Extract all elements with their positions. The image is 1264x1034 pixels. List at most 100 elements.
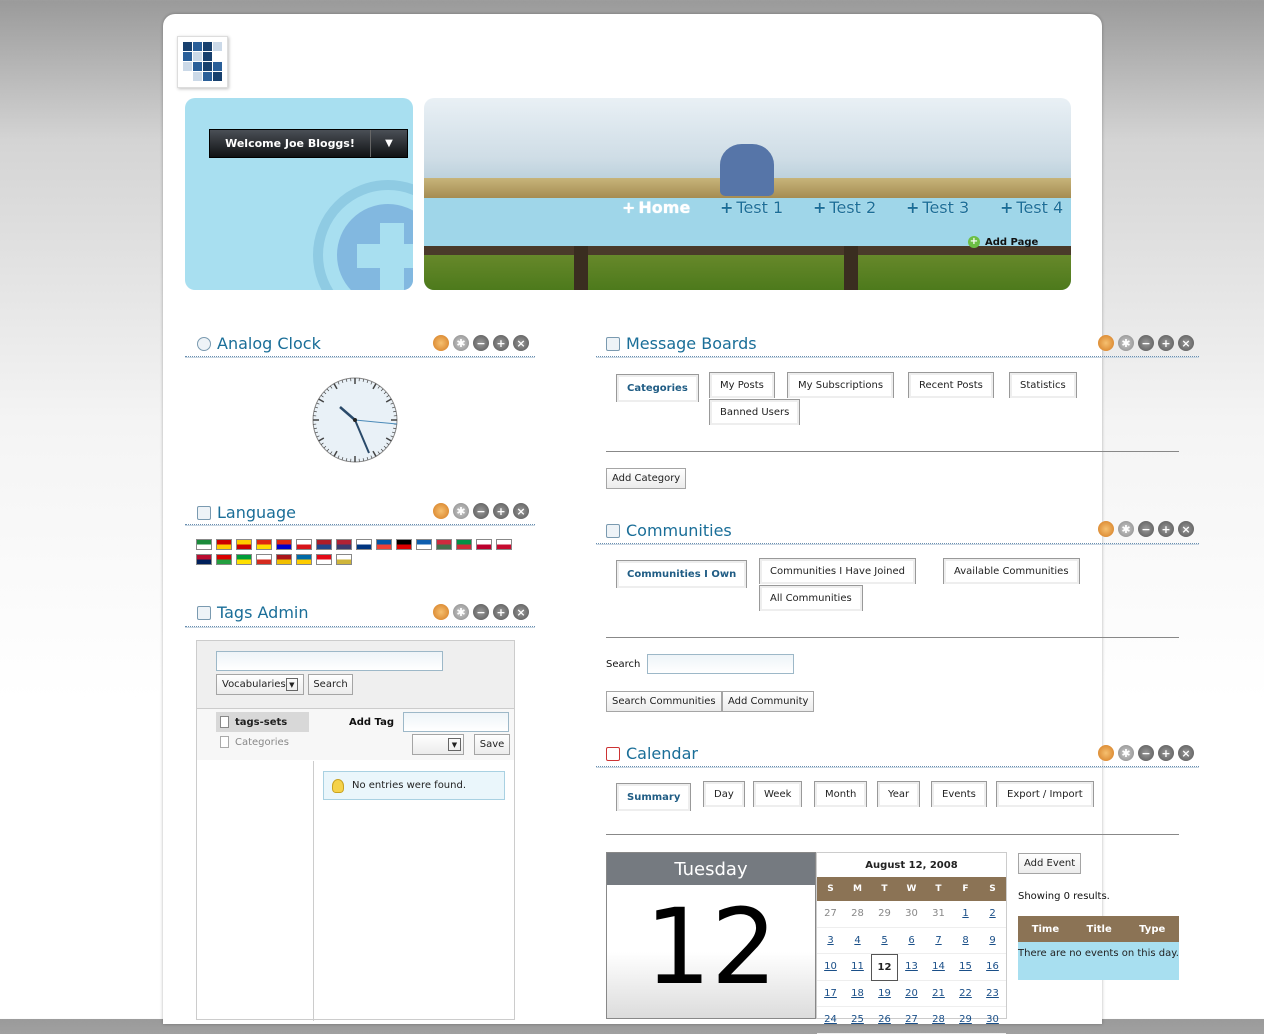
calendar-day[interactable]: 14 bbox=[925, 954, 952, 981]
gear-icon[interactable]: ✱ bbox=[1118, 745, 1134, 761]
language-flag-icon[interactable] bbox=[416, 539, 432, 550]
calendar-day[interactable]: 21 bbox=[925, 981, 952, 1008]
language-flag-icon[interactable] bbox=[436, 539, 452, 550]
logo-icon[interactable] bbox=[177, 36, 228, 88]
calendar-day[interactable]: 24 bbox=[817, 1007, 844, 1034]
tab-available-communities[interactable]: Available Communities bbox=[943, 558, 1080, 584]
calendar-day[interactable]: 8 bbox=[952, 928, 979, 955]
gear-icon[interactable]: ✱ bbox=[453, 335, 469, 351]
language-flag-icon[interactable] bbox=[216, 539, 232, 550]
palette-icon[interactable] bbox=[433, 604, 449, 620]
palette-icon[interactable] bbox=[1098, 335, 1114, 351]
nav-test3[interactable]: +Test 3 bbox=[906, 198, 969, 217]
language-flag-icon[interactable] bbox=[296, 554, 312, 565]
tab-communities-i-own[interactable]: Communities I Own bbox=[616, 560, 747, 588]
vocabularies-select[interactable]: Vocabularies▼ bbox=[216, 674, 304, 695]
tab-events[interactable]: Events bbox=[931, 781, 987, 807]
language-flag-icon[interactable] bbox=[236, 539, 252, 550]
tab-month[interactable]: Month bbox=[814, 781, 867, 807]
close-icon[interactable]: × bbox=[513, 503, 529, 519]
calendar-day[interactable]: 12 bbox=[871, 954, 898, 981]
tag-set-categories[interactable]: Categories bbox=[216, 736, 289, 748]
calendar-day[interactable]: 6 bbox=[898, 928, 925, 955]
tab-my-subscriptions[interactable]: My Subscriptions bbox=[787, 372, 894, 398]
calendar-day[interactable]: 15 bbox=[952, 954, 979, 981]
language-flag-icon[interactable] bbox=[476, 539, 492, 550]
calendar-day[interactable]: 25 bbox=[844, 1007, 871, 1034]
calendar-day[interactable]: 7 bbox=[925, 928, 952, 955]
language-flag-icon[interactable] bbox=[396, 539, 412, 550]
language-flag-icon[interactable] bbox=[196, 554, 212, 565]
calendar-day[interactable]: 30 bbox=[979, 1007, 1006, 1034]
close-icon[interactable]: × bbox=[513, 335, 529, 351]
calendar-day[interactable]: 16 bbox=[979, 954, 1006, 981]
calendar-day[interactable]: 20 bbox=[898, 981, 925, 1008]
tab-banned-users[interactable]: Banned Users bbox=[709, 399, 800, 425]
calendar-day[interactable]: 1 bbox=[952, 901, 979, 928]
close-icon[interactable]: × bbox=[513, 604, 529, 620]
calendar-day[interactable]: 22 bbox=[952, 981, 979, 1008]
maximize-icon[interactable]: + bbox=[493, 503, 509, 519]
calendar-day[interactable]: 11 bbox=[844, 954, 871, 981]
language-flag-icon[interactable] bbox=[376, 539, 392, 550]
add-community-button[interactable]: Add Community bbox=[722, 691, 814, 712]
gear-icon[interactable]: ✱ bbox=[453, 503, 469, 519]
language-flag-icon[interactable] bbox=[316, 554, 332, 565]
language-flag-icon[interactable] bbox=[336, 554, 352, 565]
language-flag-icon[interactable] bbox=[296, 539, 312, 550]
nav-home[interactable]: +Home bbox=[622, 198, 690, 217]
add-page-button[interactable]: +Add Page bbox=[968, 236, 1038, 248]
gear-icon[interactable]: ✱ bbox=[1118, 521, 1134, 537]
language-flag-icon[interactable] bbox=[236, 554, 252, 565]
calendar-day[interactable]: 19 bbox=[871, 981, 898, 1008]
welcome-menu[interactable]: Welcome Joe Bloggs! ▼ bbox=[209, 129, 408, 158]
tab-statistics[interactable]: Statistics bbox=[1009, 372, 1077, 398]
gear-icon[interactable]: ✱ bbox=[453, 604, 469, 620]
calendar-day[interactable]: 9 bbox=[979, 928, 1006, 955]
tab-categories[interactable]: Categories bbox=[616, 374, 699, 402]
tab-summary[interactable]: Summary bbox=[616, 783, 691, 811]
calendar-day[interactable]: 18 bbox=[844, 981, 871, 1008]
tab-my-posts[interactable]: My Posts bbox=[709, 372, 775, 398]
nav-test4[interactable]: +Test 4 bbox=[1000, 198, 1063, 217]
language-flag-icon[interactable] bbox=[276, 554, 292, 565]
palette-icon[interactable] bbox=[433, 335, 449, 351]
minimize-icon[interactable]: − bbox=[1138, 335, 1154, 351]
tab-recent-posts[interactable]: Recent Posts bbox=[908, 372, 994, 398]
add-event-button[interactable]: Add Event bbox=[1018, 853, 1081, 874]
calendar-day[interactable]: 3 bbox=[817, 928, 844, 955]
tab-all-communities[interactable]: All Communities bbox=[759, 585, 863, 611]
language-flag-icon[interactable] bbox=[196, 539, 212, 550]
maximize-icon[interactable]: + bbox=[1158, 745, 1174, 761]
calendar-day[interactable]: 13 bbox=[898, 954, 925, 981]
language-flag-icon[interactable] bbox=[256, 539, 272, 550]
language-flag-icon[interactable] bbox=[316, 539, 332, 550]
language-flag-icon[interactable] bbox=[256, 554, 272, 565]
language-flag-icon[interactable] bbox=[276, 539, 292, 550]
minimize-icon[interactable]: − bbox=[473, 604, 489, 620]
close-icon[interactable]: × bbox=[1178, 335, 1194, 351]
tab-week[interactable]: Week bbox=[753, 781, 802, 807]
add-tag-input[interactable] bbox=[403, 712, 509, 732]
minimize-icon[interactable]: − bbox=[473, 503, 489, 519]
nav-test2[interactable]: +Test 2 bbox=[813, 198, 876, 217]
tags-search-input[interactable] bbox=[216, 651, 443, 671]
close-icon[interactable]: × bbox=[1178, 745, 1194, 761]
search-communities-button[interactable]: Search Communities bbox=[606, 691, 722, 712]
calendar-day[interactable]: 4 bbox=[844, 928, 871, 955]
calendar-day[interactable]: 17 bbox=[817, 981, 844, 1008]
tab-day[interactable]: Day bbox=[703, 781, 745, 807]
chevron-down-icon[interactable]: ▼ bbox=[370, 130, 407, 157]
minimize-icon[interactable]: − bbox=[1138, 521, 1154, 537]
language-flag-icon[interactable] bbox=[496, 539, 512, 550]
language-flag-icon[interactable] bbox=[456, 539, 472, 550]
maximize-icon[interactable]: + bbox=[1158, 521, 1174, 537]
tag-set-selected[interactable]: tags-sets bbox=[216, 712, 309, 732]
tab-export-import[interactable]: Export / Import bbox=[996, 781, 1094, 807]
calendar-day[interactable]: 5 bbox=[871, 928, 898, 955]
palette-icon[interactable] bbox=[1098, 521, 1114, 537]
tab-year[interactable]: Year bbox=[877, 781, 920, 807]
calendar-day[interactable]: 23 bbox=[979, 981, 1006, 1008]
palette-icon[interactable] bbox=[1098, 745, 1114, 761]
language-flag-icon[interactable] bbox=[216, 554, 232, 565]
